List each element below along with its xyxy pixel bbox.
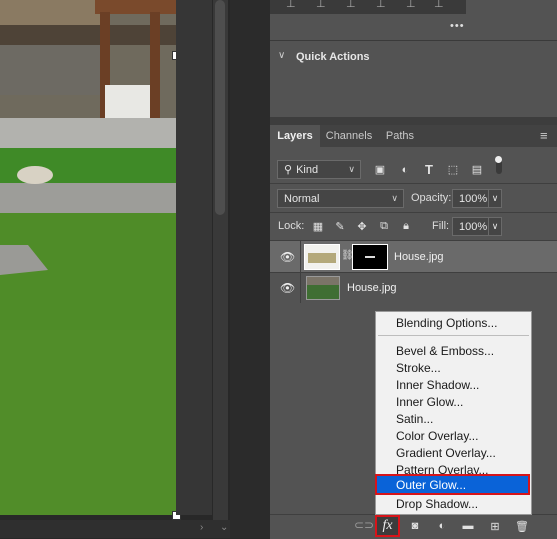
- align-center-icon[interactable]: ⊥: [316, 0, 326, 10]
- folder-icon[interactable]: ▬: [459, 518, 477, 534]
- divider: [270, 212, 557, 213]
- panel-separator: [270, 117, 557, 125]
- tab-layers[interactable]: Layers: [270, 125, 320, 147]
- add-mask-icon[interactable]: ◙: [406, 518, 424, 534]
- chevron-down-icon[interactable]: ⌄: [220, 522, 228, 533]
- pasteboard: [176, 0, 212, 515]
- menu-item-inner-shadow[interactable]: Inner Shadow...: [396, 377, 479, 394]
- document-canvas[interactable]: [0, 0, 176, 515]
- lock-all-icon[interactable]: 🔒︎: [398, 217, 414, 235]
- lock-transparency-icon[interactable]: ▦: [310, 217, 326, 235]
- house-photo: [0, 0, 176, 515]
- divider: [270, 183, 557, 184]
- fill-dropdown[interactable]: ∨: [488, 217, 502, 236]
- chevron-down-icon: ∨: [391, 193, 398, 203]
- scrollbar-thumb[interactable]: [215, 0, 225, 215]
- menu-item-gradient-overlay[interactable]: Gradient Overlay...: [396, 445, 496, 462]
- filter-smart-object-icon[interactable]: ▤: [468, 160, 486, 179]
- new-layer-icon[interactable]: ⊞: [486, 518, 504, 534]
- layer-thumbnail[interactable]: [306, 276, 340, 300]
- menu-item-color-overlay[interactable]: Color Overlay...: [396, 428, 478, 445]
- menu-item-blending-options[interactable]: Blending Options...: [396, 315, 497, 332]
- layer-name[interactable]: House.jpg: [394, 251, 444, 263]
- layer-mask-thumbnail[interactable]: [352, 244, 388, 270]
- fx-icon: fx: [382, 518, 393, 533]
- lock-label: Lock:: [278, 220, 305, 232]
- menu-item-bevel-emboss[interactable]: Bevel & Emboss...: [396, 343, 494, 360]
- quick-actions-header[interactable]: Quick Actions: [296, 51, 370, 63]
- align-right-icon[interactable]: ⊥: [346, 0, 356, 10]
- layer-name[interactable]: House.jpg: [347, 282, 397, 294]
- layer-thumbnail[interactable]: [304, 244, 340, 270]
- eye-icon[interactable]: 👁︎: [280, 281, 295, 295]
- horizontal-scrollbar[interactable]: › ⌄: [0, 520, 230, 538]
- distribute-icon[interactable]: ⊥: [406, 0, 416, 10]
- filter-toggle[interactable]: [495, 156, 502, 174]
- lock-image-pixels-icon[interactable]: ✎: [332, 217, 348, 235]
- opacity-dropdown[interactable]: ∨: [488, 189, 502, 208]
- tab-paths[interactable]: Paths: [378, 125, 422, 147]
- eye-icon[interactable]: 👁︎: [280, 250, 295, 264]
- menu-item-outer-glow-highlight[interactable]: Outer Glow...: [375, 474, 530, 495]
- chevron-down-icon[interactable]: ∨: [278, 50, 285, 61]
- search-icon: ⚲: [284, 164, 293, 176]
- properties-toolbar: ⊥ ⊥ ⊥ ⊥ ⊥ ⊥: [270, 0, 466, 14]
- menu-item-stroke[interactable]: Stroke...: [396, 360, 441, 377]
- layer-filter-kind[interactable]: ⚲ Kind ∨: [277, 160, 361, 179]
- menu-item-drop-shadow[interactable]: Drop Shadow...: [396, 496, 478, 513]
- menu-item-outer-glow[interactable]: Outer Glow...: [396, 477, 466, 494]
- menu-item-inner-glow[interactable]: Inner Glow...: [396, 394, 463, 411]
- distribute-icon[interactable]: ⊥: [376, 0, 386, 10]
- opacity-label: Opacity:: [411, 192, 452, 204]
- kind-label: Kind: [296, 163, 319, 176]
- panel-gutter: [230, 0, 270, 538]
- lock-position-icon[interactable]: ✥: [354, 217, 370, 235]
- menu-item-satin[interactable]: Satin...: [396, 411, 433, 428]
- panel-menu-icon[interactable]: ≡: [540, 128, 548, 143]
- adjustment-layer-icon[interactable]: ◐: [433, 518, 451, 534]
- more-options-button[interactable]: •••: [450, 20, 465, 32]
- chevron-down-icon: ∨: [348, 164, 355, 174]
- fill-value: 100%: [459, 220, 488, 233]
- filter-type-icon[interactable]: T: [420, 160, 438, 179]
- divider: [270, 40, 557, 41]
- tab-channels[interactable]: Channels: [320, 125, 378, 147]
- filter-adjustment-icon[interactable]: ◐: [396, 160, 414, 179]
- blend-mode-select[interactable]: Normal ∨: [277, 189, 404, 208]
- opacity-value: 100%: [459, 192, 488, 205]
- lock-artboard-icon[interactable]: ⧉: [376, 217, 392, 235]
- filter-pixel-icon[interactable]: ▣: [371, 160, 389, 179]
- distribute-icon[interactable]: ⊥: [434, 0, 444, 10]
- add-layer-style-button[interactable]: fx: [375, 515, 400, 537]
- filter-shape-icon[interactable]: ⬚: [444, 160, 462, 179]
- trash-icon[interactable]: 🗑︎: [513, 518, 531, 534]
- menu-divider: [378, 335, 529, 336]
- fill-label: Fill:: [432, 220, 450, 232]
- align-left-icon[interactable]: ⊥: [286, 0, 296, 10]
- blend-mode-value: Normal: [284, 192, 320, 205]
- link-layers-icon[interactable]: ⊂⊃: [354, 518, 374, 532]
- chevron-right-icon[interactable]: ›: [200, 522, 203, 533]
